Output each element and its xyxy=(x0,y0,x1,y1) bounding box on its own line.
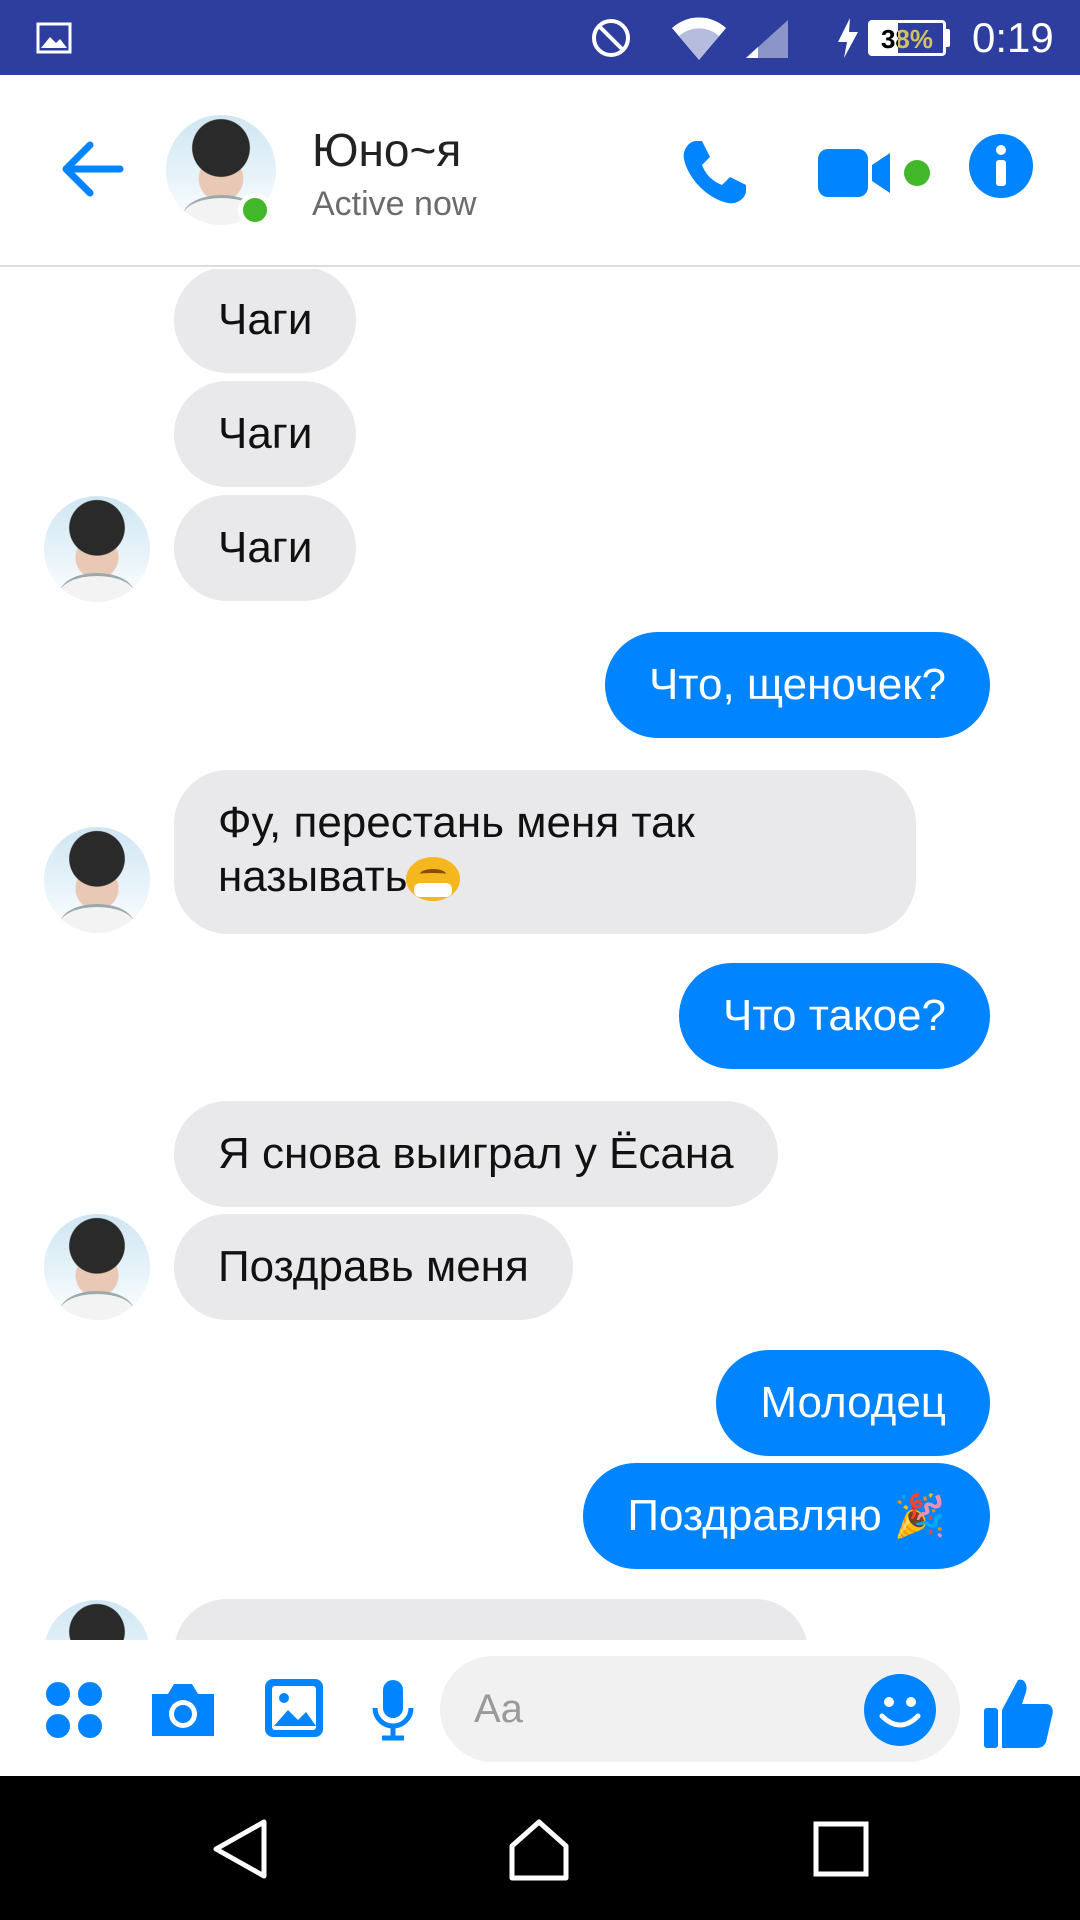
message-bubble-incoming[interactable]: Чаги xyxy=(174,495,357,601)
battery-icon: 38% xyxy=(868,20,946,56)
message-text: Что такое? xyxy=(723,991,946,1040)
message-text: Чаги xyxy=(218,295,313,344)
wifi-icon xyxy=(672,17,726,60)
signal-icon xyxy=(746,20,788,58)
message-bubble-outgoing[interactable]: Что такое? xyxy=(679,963,990,1069)
back-arrow-icon[interactable] xyxy=(60,135,128,203)
video-camera-icon[interactable] xyxy=(816,143,896,203)
message-bubble-outgoing[interactable]: Поздравляю 🎉 xyxy=(583,1463,990,1569)
face-with-mask-emoji xyxy=(405,857,460,902)
nav-recents-icon[interactable] xyxy=(808,1816,874,1882)
message-composer xyxy=(0,1640,1080,1776)
message-text-line: Фу, перестань меня так xyxy=(218,798,695,847)
message-bubble-incoming[interactable]: Чаги xyxy=(174,269,357,373)
phone-icon[interactable] xyxy=(676,135,752,211)
conversation-header: Юно~я Active now xyxy=(0,75,1080,267)
battery-nub xyxy=(944,29,950,47)
message-input[interactable] xyxy=(474,1676,854,1742)
contact-avatar-small[interactable] xyxy=(44,1600,150,1640)
charging-icon xyxy=(838,18,858,58)
message-bubble-outgoing[interactable]: Что, щеночек? xyxy=(605,632,990,738)
contact-status: Active now xyxy=(312,185,477,223)
camera-icon[interactable] xyxy=(148,1678,218,1740)
message-text: Чаги xyxy=(218,523,313,572)
message-text: Я снова выиграл у Ёсана xyxy=(218,1129,734,1178)
gallery-notification-icon xyxy=(36,22,72,54)
message-input-container[interactable] xyxy=(440,1656,960,1762)
thumbs-up-icon[interactable] xyxy=(982,1676,1054,1750)
contact-name[interactable]: Юно~я xyxy=(312,123,461,177)
contact-avatar-small[interactable] xyxy=(44,827,150,933)
online-indicator xyxy=(238,193,272,227)
message-list[interactable]: Чаги Чаги Чаги Что, щеночек? Фу, переста… xyxy=(0,269,1080,1640)
message-text: Поздравляю xyxy=(627,1491,882,1540)
message-text: Чаги xyxy=(218,409,313,458)
message-bubble-incoming-partial[interactable] xyxy=(174,1599,808,1640)
message-text-line-2: называть xyxy=(218,850,872,904)
system-navigation-bar xyxy=(0,1776,1080,1920)
message-bubble-incoming[interactable]: Фу, перестань меня так называть xyxy=(174,770,916,934)
gallery-icon[interactable] xyxy=(262,1676,326,1740)
apps-grid-icon[interactable] xyxy=(44,1680,104,1740)
smiley-icon[interactable] xyxy=(862,1672,938,1748)
microphone-icon[interactable] xyxy=(370,1678,416,1742)
do-not-disturb-icon xyxy=(592,19,630,57)
message-bubble-incoming[interactable]: Поздравь меня xyxy=(174,1214,573,1320)
message-bubble-outgoing[interactable]: Молодец xyxy=(716,1350,990,1456)
status-time: 0:19 xyxy=(972,14,1054,61)
party-popper-emoji: 🎉 xyxy=(893,1492,946,1539)
contact-avatar-small[interactable] xyxy=(44,496,150,602)
video-active-indicator xyxy=(904,160,930,186)
message-text: называть xyxy=(218,852,408,901)
nav-back-icon[interactable] xyxy=(208,1816,274,1882)
battery-percent: 38% xyxy=(880,24,934,54)
nav-home-icon[interactable] xyxy=(506,1816,572,1882)
contact-avatar-small[interactable] xyxy=(44,1214,150,1320)
status-bar: 38% 0:19 xyxy=(0,0,1080,75)
message-text: Поздравь меня xyxy=(218,1242,529,1291)
message-text: Что, щеночек? xyxy=(649,660,946,709)
info-icon[interactable] xyxy=(968,133,1034,199)
message-text: Молодец xyxy=(760,1378,946,1427)
message-bubble-incoming[interactable]: Чаги xyxy=(174,381,357,487)
message-bubble-incoming[interactable]: Я снова выиграл у Ёсана xyxy=(174,1101,778,1207)
